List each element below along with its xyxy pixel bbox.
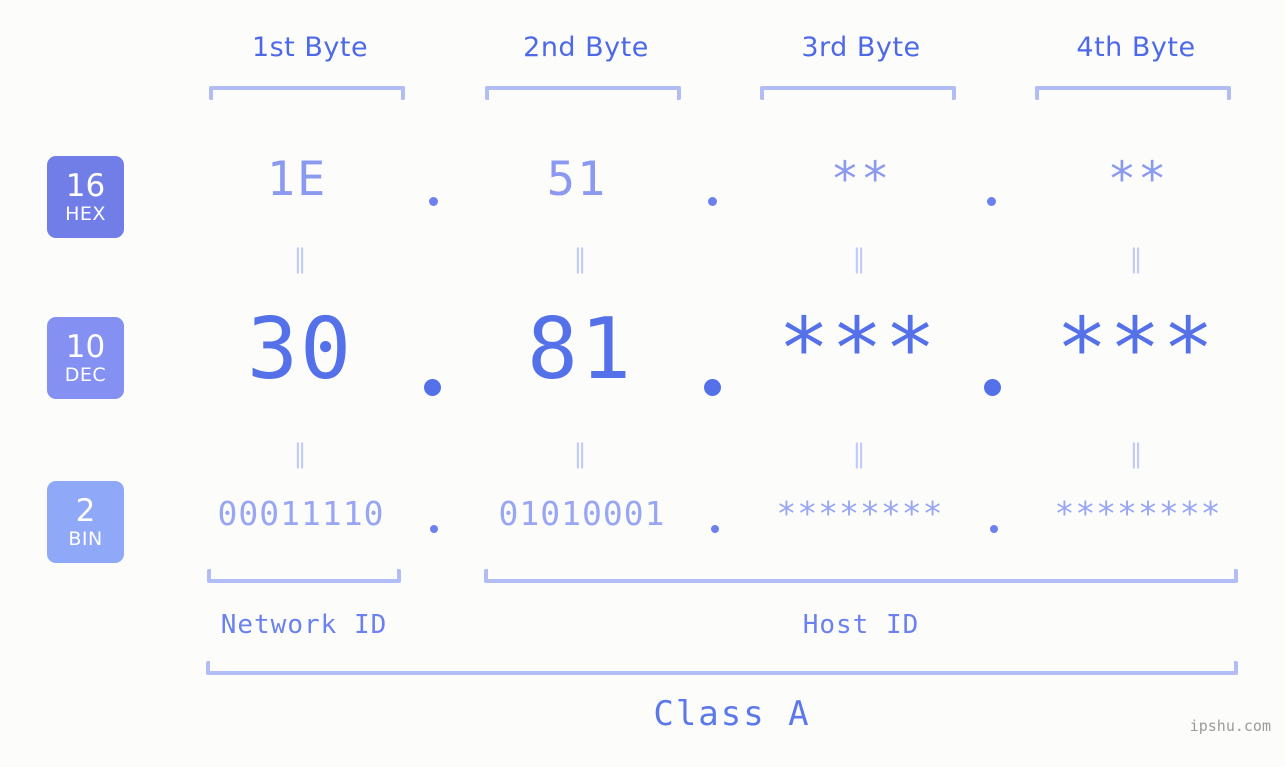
byte-bracket-4 [1035, 86, 1231, 100]
hex-separator-dot-3 [987, 197, 996, 206]
network-id-bracket [207, 569, 401, 583]
hex-separator-dot-1 [429, 197, 438, 206]
watermark: ipshu.com [1189, 717, 1271, 735]
equals-bar-hex-dec-2: ‖ [573, 244, 589, 274]
equals-bar-dec-bin-2: ‖ [573, 439, 589, 469]
class-bracket [206, 661, 1238, 675]
byte-bracket-3 [760, 86, 956, 100]
dec-octet-4: *** [1056, 300, 1216, 399]
bin-separator-dot-3 [990, 525, 998, 533]
base-badge-dec: 10 DEC [47, 317, 124, 399]
hex-octet-4: ** [1107, 152, 1169, 207]
hex-octet-2: 51 [546, 152, 608, 207]
network-id-label: Network ID [220, 610, 388, 640]
dec-separator-dot-2 [704, 379, 721, 396]
byte-header-2: 2nd Byte [523, 32, 649, 63]
bin-octet-2: 01010001 [498, 494, 666, 533]
bin-separator-dot-2 [711, 525, 719, 533]
base-badge-dec-name: DEC [64, 363, 107, 386]
host-id-label: Host ID [802, 610, 920, 640]
equals-bar-dec-bin-3: ‖ [852, 439, 868, 469]
base-badge-bin-name: BIN [68, 527, 103, 550]
equals-bar-hex-dec-1: ‖ [293, 244, 309, 274]
ip-address-breakdown-diagram: 1st Byte 2nd Byte 3rd Byte 4th Byte 16 H… [0, 0, 1285, 767]
class-label: Class A [653, 694, 811, 734]
base-badge-bin-number: 2 [75, 492, 96, 529]
byte-bracket-2 [485, 86, 681, 100]
base-badge-hex: 16 HEX [47, 156, 124, 238]
byte-header-4: 4th Byte [1076, 32, 1196, 63]
host-id-bracket [484, 569, 1238, 583]
bin-octet-4: ******** [1054, 494, 1222, 533]
equals-bar-dec-bin-1: ‖ [293, 439, 309, 469]
byte-bracket-1 [209, 86, 405, 100]
byte-header-1: 1st Byte [251, 32, 369, 63]
equals-bar-dec-bin-4: ‖ [1129, 439, 1145, 469]
bin-separator-dot-1 [430, 525, 438, 533]
hex-octet-1: 1E [266, 152, 328, 207]
base-badge-dec-number: 10 [65, 328, 106, 365]
hex-octet-3: ** [830, 152, 892, 207]
base-badge-hex-number: 16 [65, 167, 106, 204]
dec-octet-2: 81 [526, 300, 634, 399]
dec-octet-3: *** [778, 300, 938, 399]
dec-octet-1: 30 [246, 300, 354, 399]
equals-bar-hex-dec-4: ‖ [1129, 244, 1145, 274]
bin-octet-1: 00011110 [217, 494, 385, 533]
equals-bar-hex-dec-3: ‖ [852, 244, 868, 274]
dec-separator-dot-3 [984, 379, 1001, 396]
hex-separator-dot-2 [708, 197, 717, 206]
byte-header-3: 3rd Byte [801, 32, 921, 63]
bin-octet-3: ******** [776, 494, 944, 533]
dec-separator-dot-1 [424, 379, 441, 396]
base-badge-bin: 2 BIN [47, 481, 124, 563]
base-badge-hex-name: HEX [65, 202, 106, 225]
